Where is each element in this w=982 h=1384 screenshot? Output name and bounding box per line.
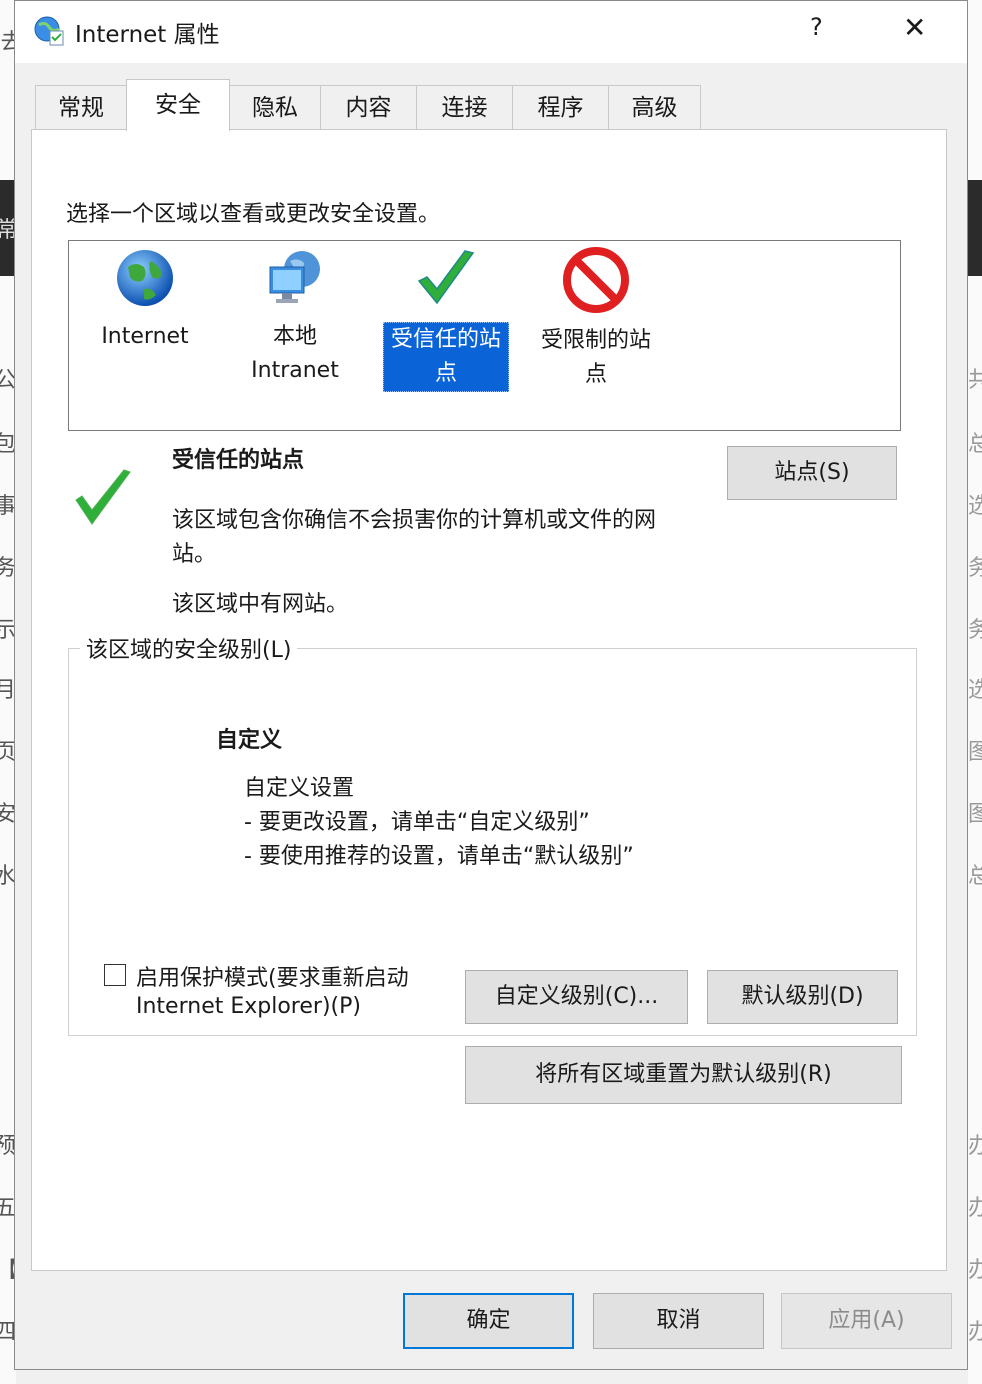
tab-content[interactable]: 内容 [320,85,417,129]
security-level-label: 该区域的安全级别(L) [80,632,298,664]
custom-level-button[interactable]: 自定义级别(C)... [465,970,688,1024]
zone-internet[interactable]: Internet [91,247,199,354]
zone-status: 该区域中有网站。 [172,592,349,617]
protected-mode-label-cont[interactable]: Internet Explorer)(P) [136,994,361,1019]
zone-description: 该区域包含你确信不会损害你的计算机或文件的网 [172,508,657,533]
zone-label: 点 [434,361,457,386]
tab-programs[interactable]: 程序 [512,85,609,129]
zone-label: 点 [584,362,607,387]
tab-general[interactable]: 常规 [35,85,127,129]
apply-button[interactable]: 应用(A) [781,1293,952,1349]
bg-text: 选 [968,494,982,519]
tab-security[interactable]: 安全 [126,79,230,131]
security-level-name: 自定义 [216,728,283,753]
zone-label: Internet [101,324,189,349]
zone-label: 本地 [272,324,317,349]
protected-mode-checkbox[interactable] [104,964,126,986]
bg-text: 办 [968,1320,982,1345]
protected-mode-label[interactable]: 启用保护模式(要求重新启动 [136,960,409,992]
bg-text: 办 [968,1134,982,1159]
title-bar[interactable]: Internet 属性 ? ✕ [15,1,967,63]
bg-text: 共 [968,368,982,393]
trusted-sites-large-checkmark-icon [75,469,131,525]
close-button[interactable]: ✕ [903,11,926,44]
globe-icon [117,250,173,306]
bg-text: 务 [968,618,982,643]
background-dark-band [968,180,982,276]
zone-prompt: 选择一个区域以查看或更改安全设置。 [66,202,441,227]
window-title: Internet 属性 [75,22,220,48]
bg-text: 办 [968,1258,982,1283]
security-tab-panel: 选择一个区域以查看或更改安全设置。 Internet 本地 Intranet 受… [31,129,947,1271]
security-level-detail: - 要使用推荐的设置，请单击“默认级别” [244,844,634,869]
tab-connections[interactable]: 连接 [416,85,513,129]
network-monitor-icon [269,251,320,303]
zone-label: 受限制的站 [540,328,651,353]
bg-text: 务 [968,556,982,581]
sites-button[interactable]: 站点(S) [727,446,897,500]
bg-text: 总 [968,432,982,457]
default-level-button[interactable]: 默认级别(D) [707,970,898,1024]
help-button[interactable]: ? [810,13,823,41]
reset-all-zones-button[interactable]: 将所有区域重置为默认级别(R) [465,1046,902,1104]
tab-advanced[interactable]: 高级 [608,85,701,129]
zone-title: 受信任的站点 [172,448,305,473]
internet-properties-dialog: Internet 属性 ? ✕ 常规 安全 隐私 内容 连接 程序 高级 选择一… [14,0,968,1370]
bg-text: 图 [968,802,982,827]
internet-options-icon [34,16,64,46]
background-right-strip: 共 总 选 务 务 选 图 图 总 办 办 办 办 [968,0,982,1384]
security-level-detail: 自定义设置 [244,776,355,801]
cancel-button[interactable]: 取消 [593,1293,764,1349]
ok-button[interactable]: 确定 [403,1293,574,1349]
restricted-icon [563,247,629,313]
zone-label: Intranet [251,358,339,383]
zone-label: 受信任的站 [390,327,501,352]
zone-local-intranet[interactable]: 本地 Intranet [241,247,349,388]
checkmark-icon [417,250,475,305]
zone-description-cont: 站。 [172,542,217,567]
zone-restricted-sites[interactable]: 受限制的站 点 [531,247,661,392]
bg-text: 办 [968,1196,982,1221]
zone-list: Internet 本地 Intranet 受信任的站 点 受限制的站 点 [68,240,901,431]
tab-privacy[interactable]: 隐私 [229,85,321,129]
bg-text: 总 [968,864,982,889]
bg-text: 图 [968,740,982,765]
zone-trusted-sites[interactable]: 受信任的站 点 [383,247,509,392]
bg-text: 选 [968,678,982,703]
security-level-detail: - 要更改设置，请单击“自定义级别” [244,810,590,835]
